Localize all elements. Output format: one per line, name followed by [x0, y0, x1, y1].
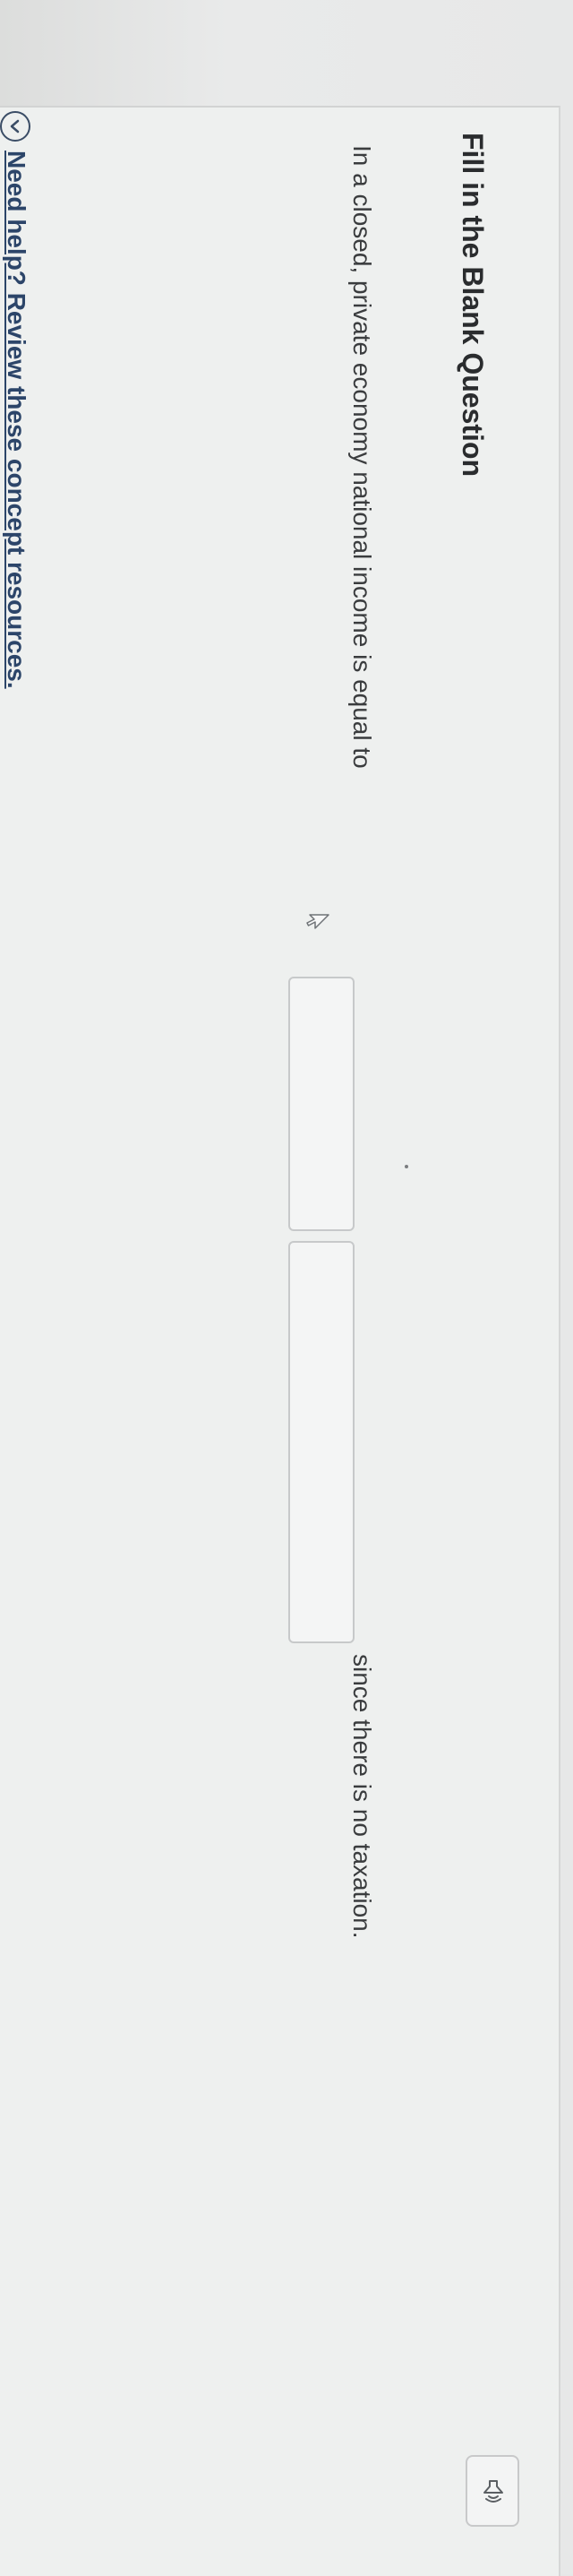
page: Need help? Review these concept resource…	[0, 0, 573, 2576]
speaker-icon	[483, 2480, 503, 2503]
question-text-after: since there is no taxation.	[348, 1654, 376, 1939]
blank-input-2[interactable]	[288, 1241, 355, 1643]
read-aloud-button[interactable]	[466, 2455, 519, 2527]
help-section: Need help? Review these concept resource…	[0, 106, 38, 733]
blank-input-1[interactable]	[288, 977, 355, 1231]
mouse-cursor-icon	[306, 914, 329, 929]
chevron-down-icon	[10, 119, 20, 134]
help-link[interactable]: Need help? Review these concept resource…	[0, 151, 34, 689]
screen-speck	[405, 1165, 408, 1168]
question-heading: Fill in the Blank Question	[457, 133, 489, 478]
question-text-before: In a closed, private economy national in…	[348, 145, 376, 769]
help-toggle-button[interactable]	[0, 111, 30, 142]
